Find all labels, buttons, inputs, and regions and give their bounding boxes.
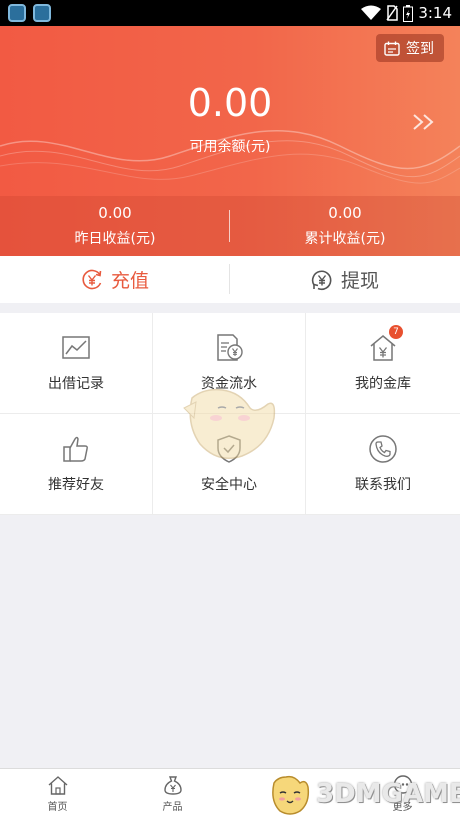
clock: 3:14 bbox=[418, 4, 452, 22]
total-earnings-value: 0.00 bbox=[328, 204, 362, 222]
grid-item-label: 我的金库 bbox=[355, 376, 411, 392]
notification-app-icon bbox=[8, 4, 26, 22]
chart-icon bbox=[62, 336, 90, 359]
grid-item-my-vault[interactable]: 7 我的金库 bbox=[306, 313, 460, 414]
notification-app-icon bbox=[33, 4, 51, 22]
grid-item-label: 出借记录 bbox=[48, 376, 104, 392]
tab-label: 产品 bbox=[162, 802, 183, 813]
yesterday-earnings-label: 昨日收益(元) bbox=[74, 231, 156, 247]
no-sim-icon bbox=[386, 5, 399, 21]
total-earnings: 0.00 累计收益(元) bbox=[230, 196, 460, 256]
checkin-button[interactable]: 签到 bbox=[376, 34, 444, 62]
mascot-logo-icon bbox=[272, 775, 310, 815]
tab-home[interactable]: 首页 bbox=[0, 769, 115, 819]
withdraw-button[interactable]: 提现 bbox=[230, 256, 460, 303]
account-header: 签到 0.00 可用余额(元) 0.00 昨日收益(元) 0.00 累计收益(元… bbox=[0, 26, 460, 256]
divider bbox=[229, 210, 230, 242]
checkin-label: 签到 bbox=[406, 41, 434, 57]
phone-icon bbox=[369, 435, 397, 463]
yesterday-earnings-value: 0.00 bbox=[98, 204, 132, 222]
site-watermark: 3DMGAME bbox=[268, 770, 460, 818]
grid-item-label: 安全中心 bbox=[201, 477, 257, 493]
earnings-row: 0.00 昨日收益(元) 0.00 累计收益(元) bbox=[0, 196, 460, 256]
home-icon bbox=[48, 776, 67, 795]
divider bbox=[229, 264, 230, 294]
document-yen-icon bbox=[217, 334, 243, 361]
house-yen-icon: 7 bbox=[367, 325, 403, 363]
grid-item-recommend-friends[interactable]: 推荐好友 bbox=[0, 414, 153, 515]
yesterday-earnings: 0.00 昨日收益(元) bbox=[0, 196, 230, 256]
mascot-watermark bbox=[183, 388, 276, 459]
tab-label: 首页 bbox=[47, 802, 68, 813]
grid-item-lending-records[interactable]: 出借记录 bbox=[0, 313, 153, 414]
yen-circle-icon bbox=[311, 269, 332, 290]
available-balance-label: 可用余额(元) bbox=[189, 139, 271, 155]
double-chevron-right-icon[interactable] bbox=[412, 112, 438, 132]
notification-badge: 7 bbox=[389, 325, 403, 339]
action-bar: 充值 提现 bbox=[0, 256, 460, 303]
grid-item-label: 推荐好友 bbox=[48, 477, 104, 493]
status-bar: 3:14 bbox=[0, 0, 460, 26]
grid-item-label: 联系我们 bbox=[355, 477, 411, 493]
money-bag-icon bbox=[163, 776, 182, 795]
yen-circle-icon bbox=[82, 269, 102, 289]
recharge-label: 充值 bbox=[110, 270, 149, 292]
total-earnings-label: 累计收益(元) bbox=[304, 231, 386, 247]
tab-products[interactable]: 产品 bbox=[115, 769, 230, 819]
withdraw-label: 提现 bbox=[340, 270, 379, 292]
calendar-icon bbox=[384, 41, 400, 56]
wifi-icon bbox=[361, 5, 382, 20]
grid-item-contact-us[interactable]: 联系我们 bbox=[306, 414, 460, 515]
thumbs-up-icon bbox=[63, 436, 88, 462]
available-balance-value: 0.00 bbox=[187, 81, 273, 125]
battery-icon bbox=[403, 4, 414, 22]
recharge-button[interactable]: 充值 bbox=[0, 256, 230, 303]
watermark-text: 3DMGAME bbox=[316, 779, 460, 809]
